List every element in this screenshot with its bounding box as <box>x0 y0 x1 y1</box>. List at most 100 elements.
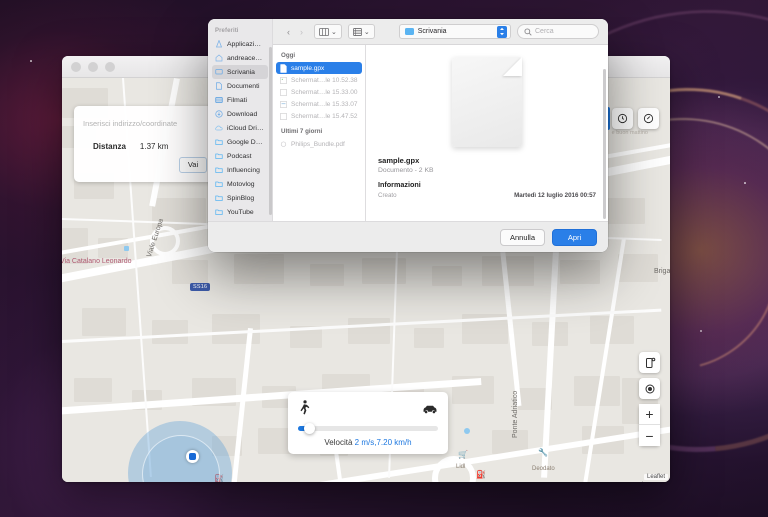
wallpaper-star <box>744 182 746 184</box>
dialog-toolbar[interactable]: ‹ › ⌄ ⌄ Scrivania Cerca <box>273 19 608 44</box>
list-view-icon <box>353 27 362 36</box>
tool-poi-icon: 🔧 <box>538 448 548 457</box>
faded-toolbar-text: e buon mattino <box>611 130 648 136</box>
address-input[interactable] <box>82 114 216 133</box>
speed-control-panel[interactable]: Velocità 2 m/s,7.20 km/h <box>288 392 448 454</box>
minimize-button[interactable] <box>88 61 98 72</box>
file-row-screenshot-4[interactable]: Schermat…le 15.47.52 <box>273 110 365 122</box>
distance-value: 1.37 km <box>139 141 169 151</box>
open-file-dialog[interactable]: Preferiti Applicazi… andreace… Scrivania… <box>208 19 608 252</box>
address-search-panel[interactable]: Distanza 1.37 km Vai <box>74 106 224 182</box>
forward-button[interactable]: › <box>295 24 308 39</box>
column-view-icon <box>319 27 329 36</box>
leaflet-attribution[interactable]: Leaflet <box>643 474 668 480</box>
sidebar-item-icloud[interactable]: iCloud Dri… <box>208 121 272 135</box>
close-button[interactable] <box>71 61 81 72</box>
dialog-footer[interactable]: Annulla Apri <box>208 221 608 252</box>
dialog-sidebar[interactable]: Preferiti Applicazi… andreace… Scrivania… <box>208 19 273 221</box>
clock-icon[interactable] <box>612 108 633 129</box>
folder-icon <box>215 195 223 201</box>
sidebar-item-youtube[interactable]: YouTube <box>208 205 272 219</box>
sidebar-item-documenti[interactable]: Documenti <box>208 79 272 93</box>
poi-label: Lidl <box>456 464 466 470</box>
list-view-button[interactable]: ⌄ <box>347 24 375 39</box>
current-location-marker[interactable] <box>186 450 199 463</box>
sidebar-item-google-drive[interactable]: Google D… <box>208 135 272 149</box>
created-value: Martedì 12 luglio 2016 00:57 <box>514 192 596 199</box>
zoom-out-button[interactable]: − <box>639 425 660 446</box>
file-name: Schermat…le 15.33.00 <box>291 88 358 96</box>
sidebar-item-spinblog[interactable]: SpinBlog <box>208 191 272 205</box>
car-icon <box>422 401 438 419</box>
preview-file-name: sample.gpx <box>378 156 420 165</box>
cancel-button[interactable]: Annulla <box>499 228 545 246</box>
file-group-header: Oggi <box>281 52 296 59</box>
folder-icon <box>215 209 223 215</box>
map-top-tools[interactable] <box>612 108 659 129</box>
map-street-label: Ponte Adriatico <box>512 390 519 438</box>
folder-icon <box>215 167 223 173</box>
sidebar-item-influencing[interactable]: Influencing <box>208 163 272 177</box>
sidebar-item-label: Google D… <box>227 138 263 146</box>
chevron-down-icon: ⌄ <box>331 28 337 36</box>
sidebar-item-label: Filmati <box>227 96 248 104</box>
speed-slider[interactable] <box>298 423 438 434</box>
search-field[interactable]: Cerca <box>517 24 599 39</box>
dialog-scrollbar[interactable] <box>603 69 606 219</box>
sidebar-item-podcast[interactable]: Podcast <box>208 149 272 163</box>
file-list[interactable]: Oggi sample.gpx Schermat…le 10.52.38 Sch… <box>273 45 366 221</box>
folder-icon <box>215 181 223 187</box>
distance-row: Distanza 1.37 km <box>93 142 216 151</box>
sidebar-item-label: iCloud Dri… <box>227 124 264 132</box>
file-group-header: Ultimi 7 giorni <box>281 128 323 135</box>
column-view-button[interactable]: ⌄ <box>314 24 342 39</box>
sidebar-item-label: YouTube <box>227 208 254 216</box>
dialog-panes: Oggi sample.gpx Schermat…le 10.52.38 Sch… <box>273 44 608 221</box>
image-icon <box>280 76 287 84</box>
zoom-controls[interactable]: + − <box>639 404 660 446</box>
file-name: Schermat…le 10.52.38 <box>291 76 358 84</box>
sidebar-item-download[interactable]: Download <box>208 107 272 121</box>
poi-label: Deodato <box>532 466 555 472</box>
open-button[interactable]: Apri <box>552 228 597 246</box>
file-row-philips-bundle[interactable]: Philips_Bundle.pdf <box>273 138 365 150</box>
map-right-controls[interactable]: + − <box>639 352 660 446</box>
sidebar-item-label: Scrivania <box>227 68 255 76</box>
device-mobile-icon[interactable] <box>639 352 660 373</box>
desktop-background: Viale Europa Via Catalano Leonardo Ponte… <box>0 0 768 517</box>
sidebar-item-label: Influencing <box>227 166 260 174</box>
sidebar-item-motovlog[interactable]: Motovlog <box>208 177 272 191</box>
sidebar-item-home[interactable]: andreace… <box>208 51 272 65</box>
go-button[interactable]: Vai <box>179 156 207 173</box>
speed-slider-knob[interactable] <box>304 423 315 434</box>
file-row-screenshot-2[interactable]: Schermat…le 15.33.00 <box>273 86 365 98</box>
document-icon <box>280 63 287 73</box>
created-label: Creato <box>378 192 397 199</box>
search-placeholder: Cerca <box>535 28 554 35</box>
sidebar-section-header: Preferiti <box>215 28 239 34</box>
map-water-dot <box>124 246 129 251</box>
back-button[interactable]: ‹ <box>282 24 295 39</box>
speed-icons-row <box>298 400 438 420</box>
navigation-arrows[interactable]: ‹ › <box>282 24 308 39</box>
file-row-screenshot-1[interactable]: Schermat…le 10.52.38 <box>273 74 365 86</box>
preview-pane: sample.gpx Documento - 2 KB Informazioni… <box>366 45 608 221</box>
locate-target-icon[interactable] <box>639 378 660 399</box>
sidebar-item-label: Motovlog <box>227 180 255 188</box>
sidebar-item-applicazioni[interactable]: Applicazi… <box>208 37 272 51</box>
path-popup-button[interactable]: Scrivania <box>398 24 511 39</box>
folder-icon <box>404 28 414 35</box>
sidebar-item-label: Download <box>227 110 258 118</box>
sidebar-item-label: Documenti <box>227 82 260 90</box>
speed-value: 2 m/s,7.20 km/h <box>354 438 412 447</box>
sidebar-item-filmati[interactable]: Filmati <box>208 93 272 107</box>
location-accuracy-circle <box>128 421 232 482</box>
sidebar-item-label: andreace… <box>227 54 263 62</box>
zoom-in-button[interactable]: + <box>639 404 660 425</box>
file-row-screenshot-3[interactable]: Schermat…le 15.33.07 <box>273 98 365 110</box>
sidebar-scrollbar[interactable] <box>269 47 272 215</box>
file-row-sample-gpx[interactable]: sample.gpx <box>276 62 362 74</box>
compass-icon[interactable] <box>638 108 659 129</box>
maximize-button[interactable] <box>105 61 115 72</box>
sidebar-item-scrivania[interactable]: Scrivania <box>212 65 268 79</box>
